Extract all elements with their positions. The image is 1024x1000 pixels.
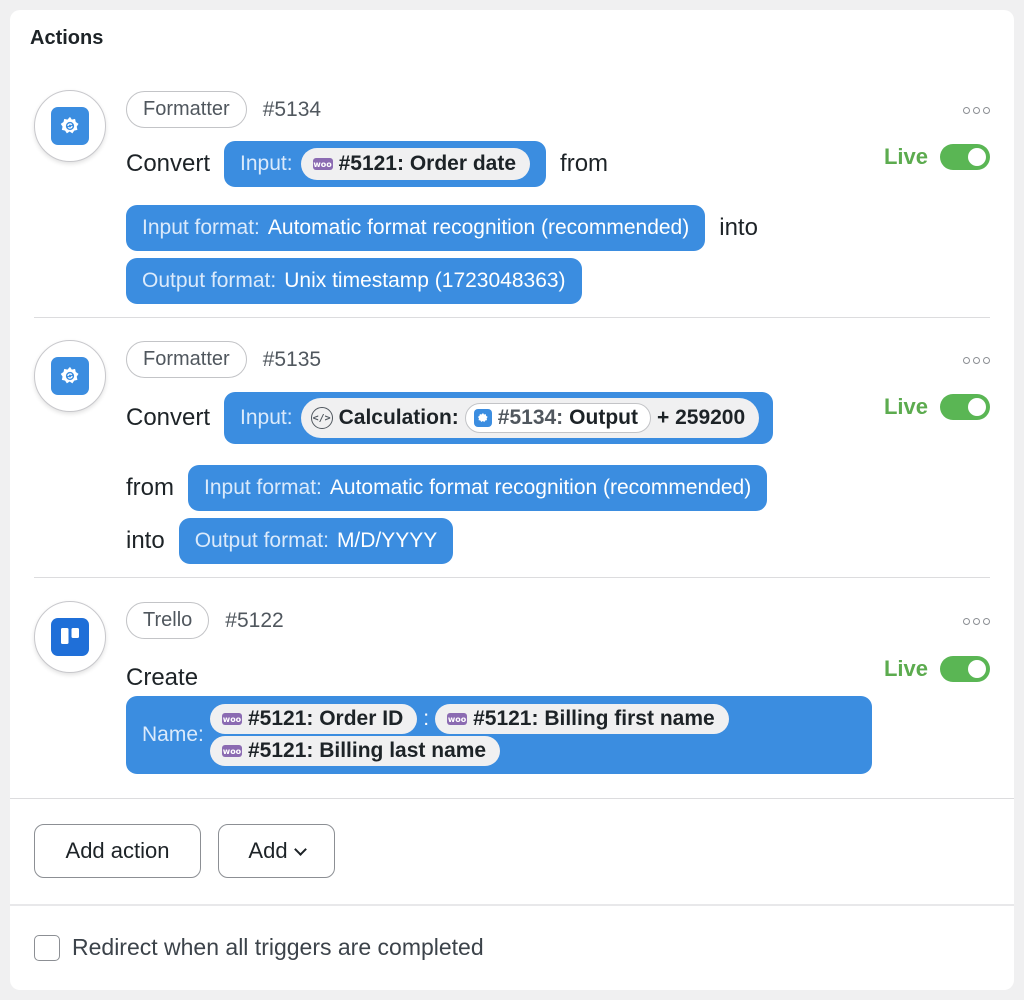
from-text: from <box>560 150 609 177</box>
field-chip[interactable]: woo #5121: Order ID <box>210 704 418 734</box>
trello-icon <box>51 618 89 656</box>
input-format-key: Input format: <box>204 476 322 499</box>
sentence-line-1: Create <box>126 664 198 692</box>
into-text: into <box>126 527 165 554</box>
redirect-option[interactable]: Redirect when all triggers are completed <box>34 934 484 961</box>
woocommerce-icon: woo <box>312 158 333 170</box>
live-toggle[interactable] <box>940 394 990 420</box>
name-chips-row: woo #5121: Billing last name <box>210 736 501 766</box>
divider <box>10 798 1014 799</box>
separator-text: : <box>423 707 430 730</box>
live-status: Live <box>884 656 990 682</box>
formatter-icon <box>51 107 89 145</box>
live-toggle[interactable] <box>940 144 990 170</box>
output-ref-chip[interactable]: #5134: Output <box>464 403 651 433</box>
verb-text: Convert <box>126 404 211 431</box>
add-action-button[interactable]: Add action <box>34 824 201 878</box>
input-format-key: Input format: <box>142 216 260 239</box>
verb-text: Convert <box>126 150 211 177</box>
input-token[interactable]: Input: woo #5121: Order date <box>224 141 547 187</box>
add-action-label: Add action <box>65 838 170 863</box>
actions-panel: Actions Formatter #5134 Live Convert Inp… <box>10 10 1014 990</box>
integration-tag: Formatter <box>126 91 247 128</box>
live-status: Live <box>884 144 990 170</box>
action-id: #5122 <box>225 608 284 632</box>
field-chip[interactable]: woo #5121: Billing first name <box>435 704 729 734</box>
divider <box>10 904 1014 906</box>
more-options-icon[interactable] <box>963 107 990 114</box>
field-chip[interactable]: woo #5121: Order date <box>300 148 531 180</box>
field-chip[interactable]: woo #5121: Billing last name <box>210 736 501 766</box>
action-id: #5135 <box>262 347 322 371</box>
calculation-suffix: + 259200 <box>656 406 746 429</box>
formatter-icon <box>51 357 89 395</box>
ref-name: Output <box>569 406 638 429</box>
chip-label: #5121: Billing last name <box>248 739 487 762</box>
action-item-5122[interactable]: Trello #5122 Live Create Name: woo #5121… <box>34 578 990 798</box>
input-key: Input: <box>240 406 293 429</box>
woocommerce-icon: woo <box>222 745 242 757</box>
verb-text: Create <box>126 664 199 691</box>
output-format-token[interactable]: Output format: M/D/YYYY <box>178 518 454 564</box>
from-text: from <box>126 474 174 501</box>
live-toggle[interactable] <box>940 656 990 682</box>
live-label: Live <box>883 394 928 419</box>
add-dropdown-button[interactable]: Add <box>218 824 335 878</box>
input-format-token[interactable]: Input format: Automatic format recogniti… <box>188 465 768 511</box>
sentence-line-1: Convert Input: woo #5121: Order date fro… <box>126 141 608 187</box>
formatter-icon <box>473 409 492 427</box>
redirect-checkbox[interactable] <box>34 934 60 961</box>
sentence-line-3: into Output format: M/D/YYYY <box>126 518 454 564</box>
input-format-value: Automatic format recognition (recommende… <box>267 216 690 239</box>
section-heading: Actions <box>30 27 104 49</box>
output-format-value: M/D/YYYY <box>336 529 438 552</box>
output-format-key: Output format: <box>194 529 329 552</box>
input-format-value: Automatic format recognition (recommende… <box>329 476 752 499</box>
woocommerce-icon: woo <box>222 713 242 725</box>
add-label: Add <box>248 838 288 863</box>
code-icon: </> <box>310 407 333 429</box>
action-icon-wrapper <box>34 601 106 673</box>
redirect-label: Redirect when all triggers are completed <box>72 934 484 960</box>
input-token[interactable]: Input: </> Calculation: #5134: Output + … <box>224 392 774 444</box>
into-text: into <box>719 214 758 241</box>
output-format-token[interactable]: Output format: Unix timestamp (172304836… <box>126 258 582 304</box>
name-chips-row: woo #5121: Order ID : woo #5121: Billing… <box>210 704 729 734</box>
more-options-icon[interactable] <box>963 357 990 364</box>
action-header: Formatter #5134 <box>126 91 321 128</box>
integration-tag: Trello <box>126 602 210 639</box>
chip-label: #5121: Order ID <box>248 707 404 730</box>
action-icon-wrapper <box>34 90 106 162</box>
sentence-line-3: Output format: Unix timestamp (172304836… <box>126 258 582 304</box>
action-header: Trello #5122 <box>126 602 284 639</box>
live-label: Live <box>883 144 928 169</box>
woocommerce-icon: woo <box>447 713 468 725</box>
input-key: Input: <box>240 152 293 175</box>
action-header: Formatter #5135 <box>126 341 321 378</box>
sentence-line-1: Convert Input: </> Calculation: #5134: O… <box>126 392 774 444</box>
live-label: Live <box>883 656 928 681</box>
input-format-token[interactable]: Input format: Automatic format recogniti… <box>126 205 706 251</box>
output-format-key: Output format: <box>142 269 277 292</box>
integration-tag: Formatter <box>126 341 247 378</box>
chip-label: #5121: Billing first name <box>473 707 715 730</box>
action-item-5134[interactable]: Formatter #5134 Live Convert Input: woo … <box>34 82 990 318</box>
calculation-chip[interactable]: </> Calculation: #5134: Output + 259200 <box>300 398 760 438</box>
live-status: Live <box>884 394 990 420</box>
chevron-down-icon <box>293 842 307 856</box>
sentence-line-2: from Input format: Automatic format reco… <box>126 465 768 511</box>
action-icon-wrapper <box>34 340 106 412</box>
name-token[interactable]: Name: woo #5121: Order ID : woo #5121: B… <box>126 696 872 774</box>
chip-label: #5121: Order date <box>338 152 517 175</box>
name-key: Name: <box>142 723 204 746</box>
action-item-5135[interactable]: Formatter #5135 Live Convert Input: </> … <box>34 318 990 578</box>
output-format-value: Unix timestamp (1723048363) <box>284 269 566 292</box>
more-options-icon[interactable] <box>963 618 990 625</box>
ref-id: #5134: <box>497 406 564 429</box>
action-id: #5134 <box>262 97 322 121</box>
calculation-label: Calculation: <box>338 406 459 429</box>
sentence-line-2: Input format: Automatic format recogniti… <box>126 205 758 251</box>
